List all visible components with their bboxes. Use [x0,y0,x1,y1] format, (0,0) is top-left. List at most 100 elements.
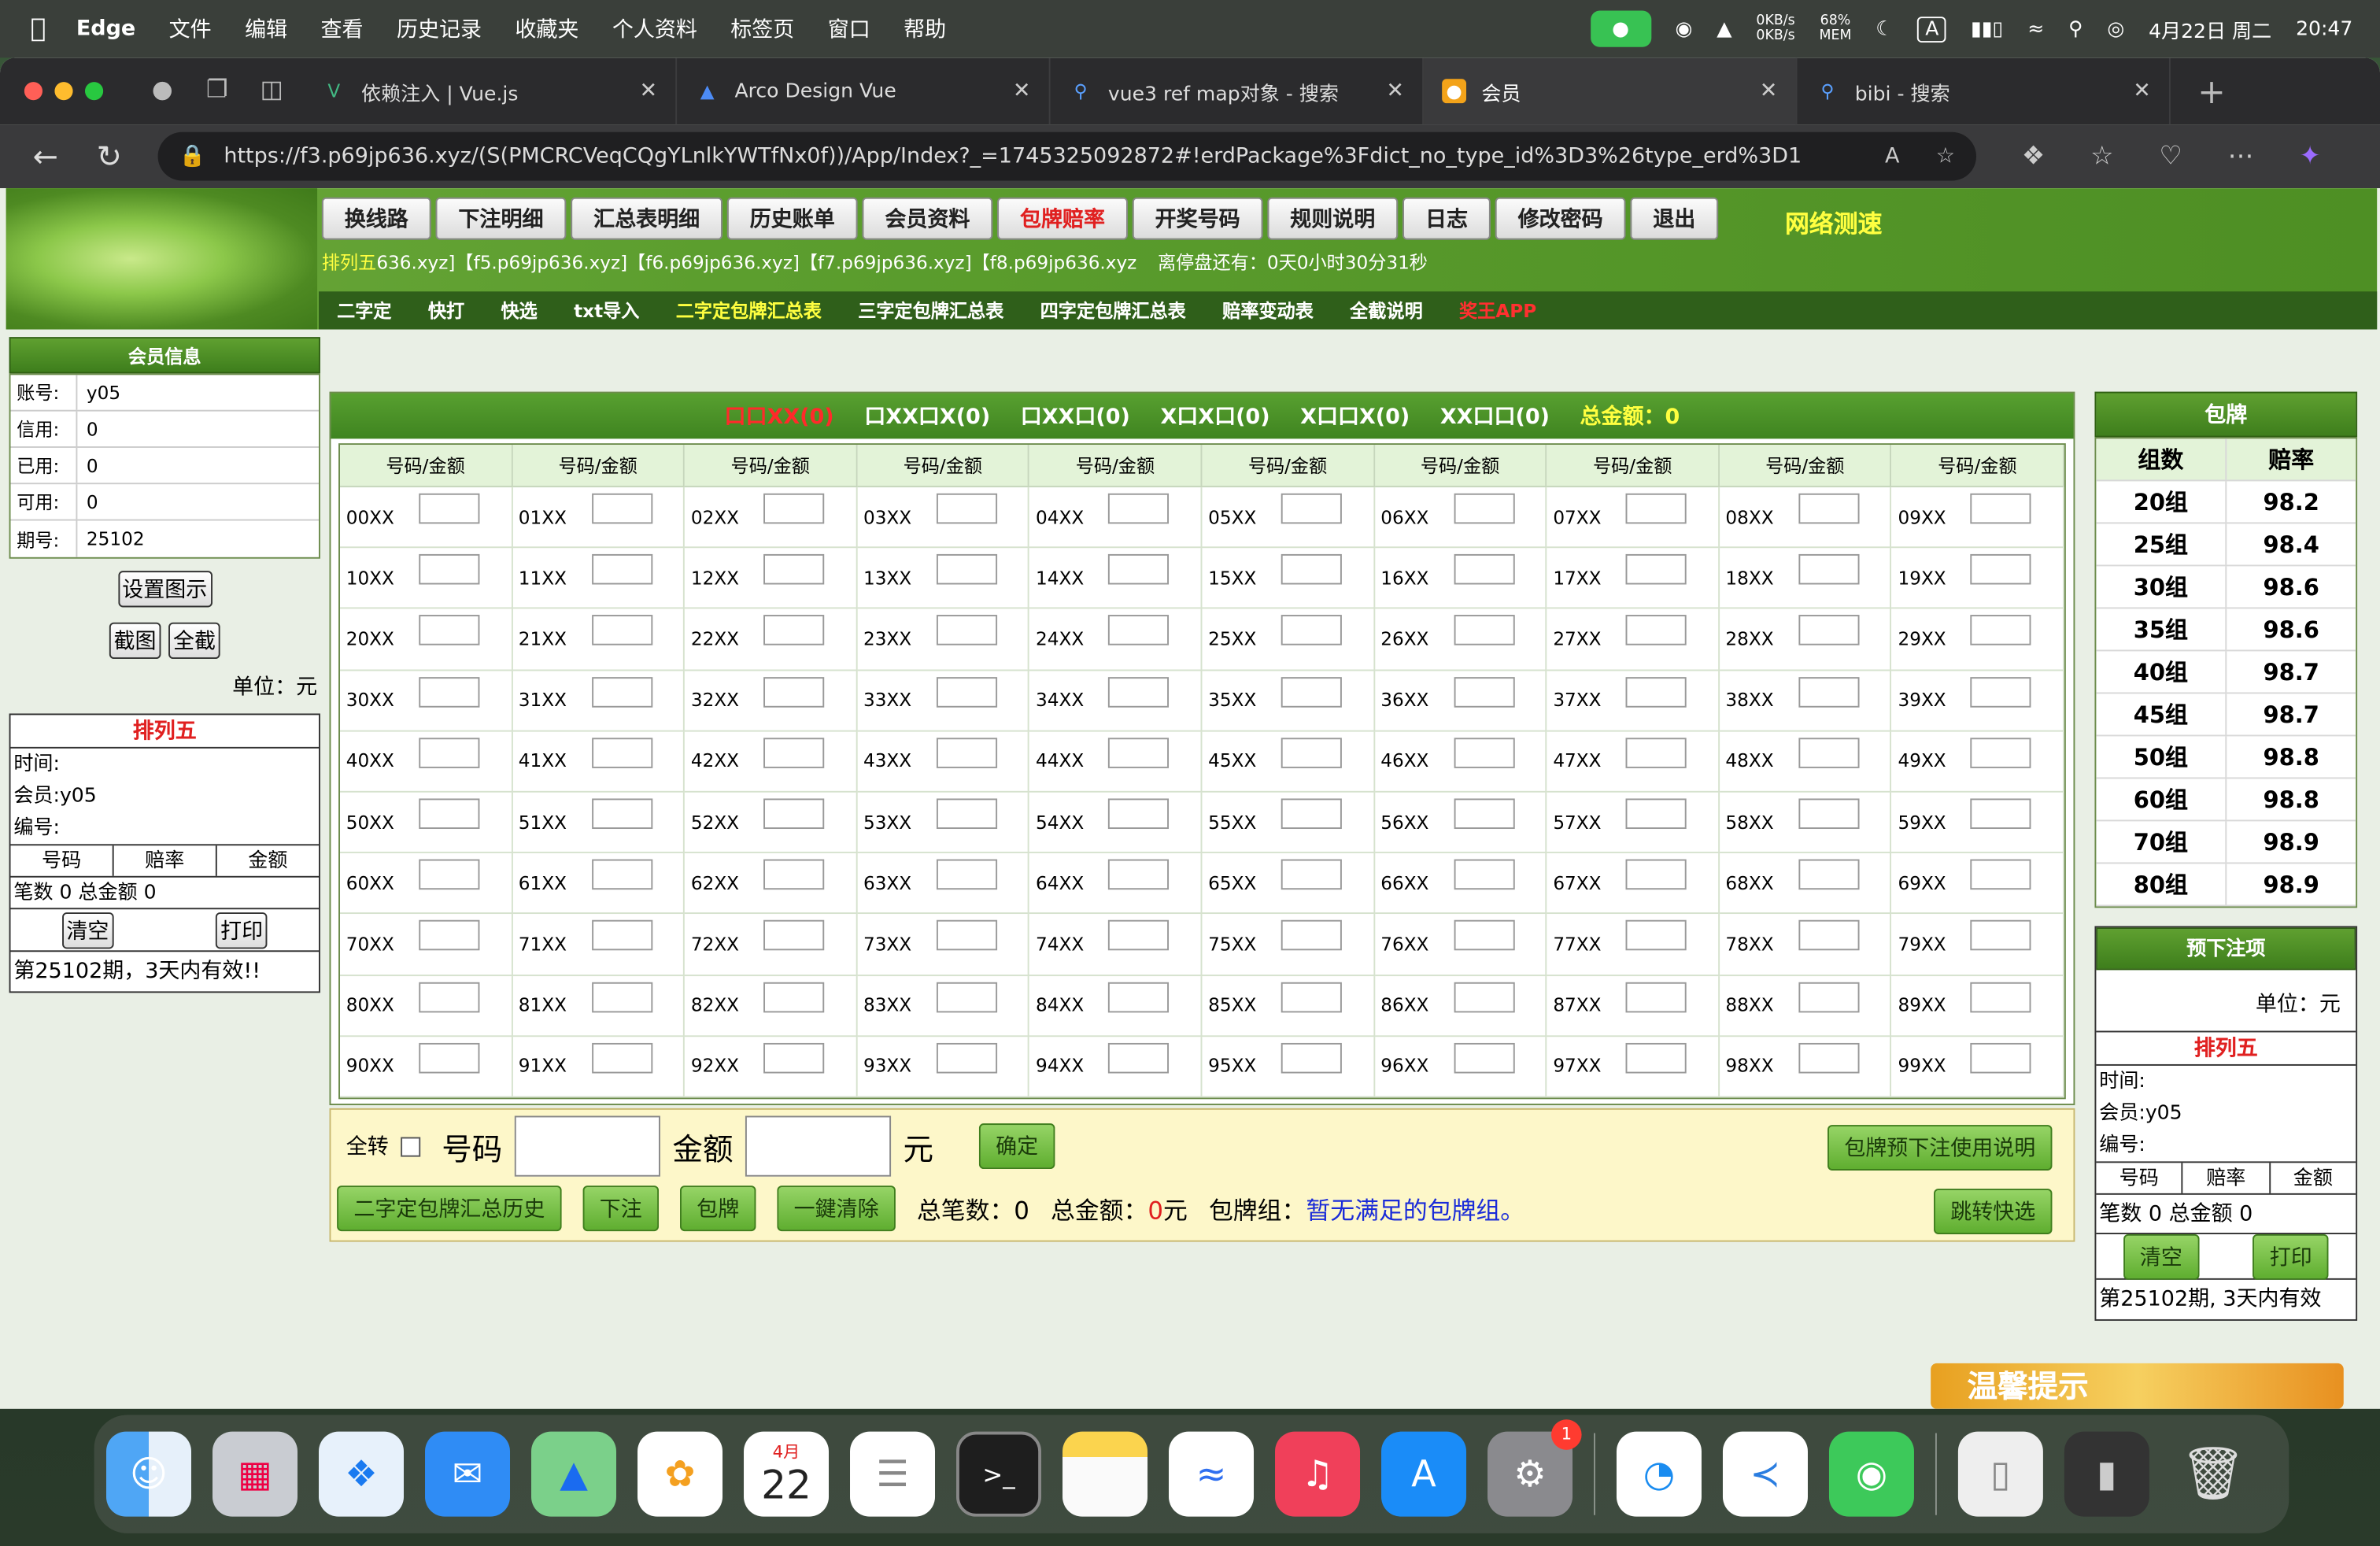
amount-input[interactable] [936,798,997,830]
nav-summary-detail[interactable]: 汇总表明细 [571,197,723,240]
amount-input[interactable] [419,676,480,707]
amount-input[interactable] [591,1042,652,1074]
amount-input[interactable] [1798,676,1860,707]
amount-input[interactable] [1625,798,1687,830]
amount-input[interactable] [1453,798,1514,830]
amount-input[interactable] [1625,493,1687,524]
nav-bet-detail[interactable]: 下注明细 [435,197,567,240]
code-input[interactable] [514,1115,660,1177]
vscode-icon[interactable]: ≺ [1722,1431,1808,1517]
bet-button[interactable]: 下注 [582,1185,660,1232]
tab-bibi[interactable]: ⚲ bibi - 搜索 ✕ [1797,57,2171,125]
amount-input[interactable] [419,798,480,830]
amount-input[interactable] [1798,1042,1860,1074]
nav-switch-line[interactable]: 换线路 [321,197,431,240]
amount-input[interactable] [745,1115,892,1177]
amount-input[interactable] [1798,798,1860,830]
amount-input[interactable] [419,859,480,890]
amount-input[interactable] [419,1042,480,1074]
close-window-button[interactable] [24,82,43,101]
close-icon[interactable]: ✕ [1386,79,1404,103]
print-button[interactable]: 打印 [216,912,268,949]
amount-input[interactable] [1281,982,1342,1012]
mail-icon[interactable]: ✉ [425,1431,511,1517]
nav-logout[interactable]: 退出 [1630,197,1719,240]
amount-input[interactable] [1453,737,1514,768]
nav-package-odds[interactable]: 包牌赔率 [997,197,1128,240]
workspaces-icon[interactable]: ❐ [201,75,234,108]
pattern-tab[interactable]: 口口XX(0) [725,401,834,431]
pattern-tab[interactable]: XX口口(0) [1440,401,1550,431]
amount-input[interactable] [1281,676,1342,707]
promo-banner[interactable]: 温馨提示 [1931,1363,2344,1409]
pattern-tab[interactable]: 口XX口X(0) [864,401,990,431]
clear-all-button[interactable]: 一鍵清除 [777,1185,896,1232]
amount-input[interactable] [936,920,997,952]
confirm-button[interactable]: 确定 [978,1123,1055,1170]
amount-input[interactable] [1625,554,1687,585]
subnav-two-digit-package[interactable]: 二字定包牌汇总表 [676,298,822,324]
menu-view[interactable]: 查看 [321,13,364,44]
amount-input[interactable] [763,982,825,1012]
amount-input[interactable] [1108,615,1170,646]
amount-input[interactable] [419,737,480,768]
subnav-odds-changes[interactable]: 赔率变动表 [1222,298,1314,324]
amount-input[interactable] [1281,554,1342,585]
nav-rules[interactable]: 规则说明 [1267,197,1399,240]
amount-input[interactable] [1108,737,1170,768]
amount-input[interactable] [1971,859,2032,890]
input-method[interactable]: A [1917,16,1947,43]
favorites-icon[interactable]: ☆ [2090,141,2113,172]
amount-input[interactable] [1625,676,1687,707]
amount-input[interactable] [1453,920,1514,952]
edge-icon[interactable]: ◔ [1616,1431,1702,1517]
battery-icon[interactable]: ▮▮▯ [1971,17,2003,40]
amount-input[interactable] [936,554,997,585]
close-icon[interactable]: ✕ [1013,79,1031,103]
amount-input[interactable] [419,493,480,524]
safari-icon[interactable]: ❖ [319,1431,405,1517]
amount-input[interactable] [1625,859,1687,890]
amount-input[interactable] [763,859,825,890]
amount-input[interactable] [1453,554,1514,585]
amount-input[interactable] [1453,982,1514,1012]
system-settings-icon[interactable]: ⚙ 1 [1488,1419,1582,1517]
jump-quick-pick-button[interactable]: 跳转快选 [1934,1189,2053,1234]
amount-input[interactable] [1798,859,1860,890]
profile-icon[interactable]: ● [146,75,179,108]
amount-input[interactable] [936,615,997,646]
amount-input[interactable] [1281,615,1342,646]
new-tab-icon[interactable]: + [2195,75,2228,113]
finder-icon[interactable]: ☺ [106,1431,192,1517]
favorite-star-icon[interactable]: ☆ [1936,144,1955,168]
speed-test-link[interactable]: 网络测速 [1785,203,1882,239]
refresh-icon[interactable]: ↻ [91,139,128,175]
amount-input[interactable] [1453,676,1514,707]
amount-input[interactable] [1281,737,1342,768]
amount-input[interactable] [1108,554,1170,585]
subnav-txt-import[interactable]: txt导入 [574,298,639,324]
menu-help[interactable]: 帮助 [904,13,946,44]
back-icon[interactable]: ← [28,139,64,175]
menu-profile[interactable]: 个人资料 [612,13,697,44]
nav-history-bills[interactable]: 历史账单 [726,197,858,240]
apple-icon[interactable]:  [31,13,46,44]
amount-input[interactable] [936,493,997,524]
maximize-window-button[interactable] [85,82,104,101]
freeform-icon[interactable]: ≈ [1169,1431,1255,1517]
amount-input[interactable] [1108,859,1170,890]
subnav-app[interactable]: 奖王APP [1459,298,1536,324]
amount-input[interactable] [1971,737,2032,768]
close-icon[interactable]: ✕ [2133,79,2151,103]
trash-icon[interactable]: 🗑 [2171,1432,2256,1517]
amount-input[interactable] [419,920,480,952]
amount-input[interactable] [1971,493,2032,524]
amount-input[interactable] [419,615,480,646]
all-turn-checkbox[interactable] [401,1136,421,1156]
close-icon[interactable]: ✕ [1760,79,1778,103]
read-aloud-icon[interactable]: A [1885,144,1899,168]
amount-input[interactable] [591,859,652,890]
amount-input[interactable] [591,554,652,585]
wifi-icon[interactable]: ≈ [2027,17,2044,40]
amount-input[interactable] [591,493,652,524]
